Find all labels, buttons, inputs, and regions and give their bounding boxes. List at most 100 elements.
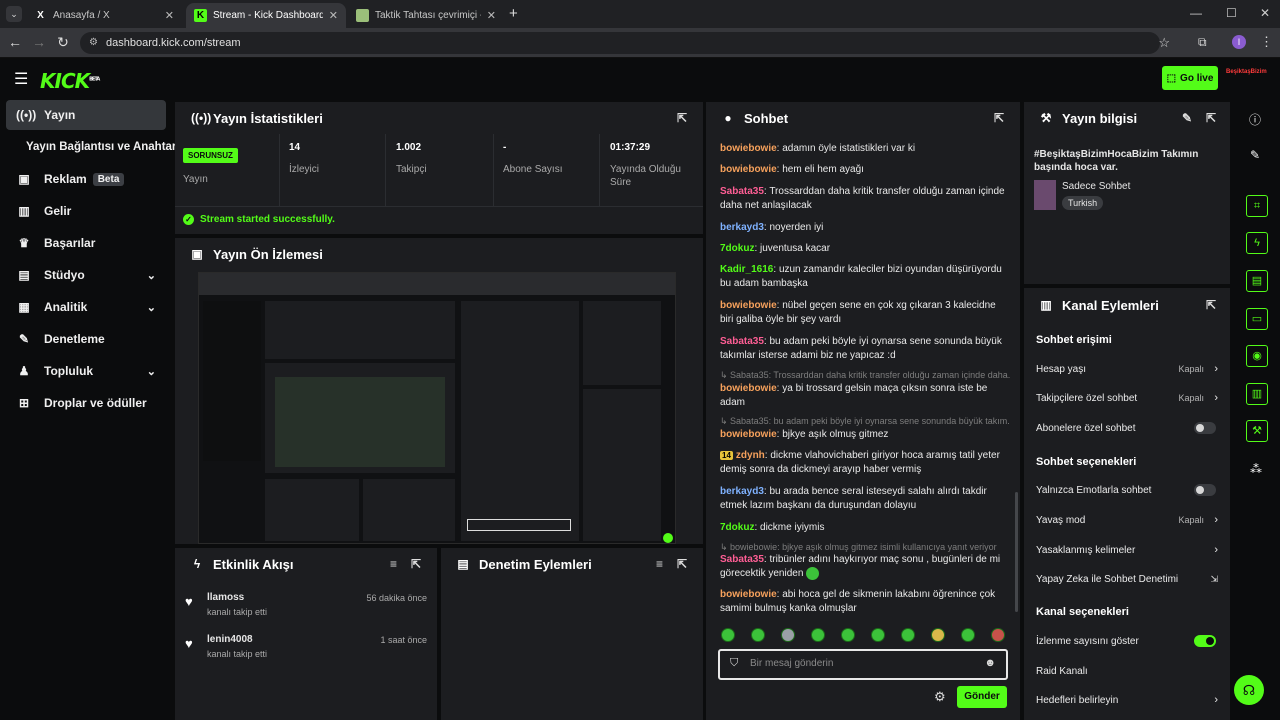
- slow-mode-row[interactable]: Yavaş mod Kapalı ›: [1036, 512, 1222, 528]
- close-icon[interactable]: ✕: [487, 9, 496, 22]
- window-close-icon[interactable]: ✕: [1260, 6, 1270, 20]
- go-live-button[interactable]: ⬚ Go live: [1162, 66, 1218, 90]
- tab-taktik[interactable]: Taktik Tahtası çevrimiçi - Futbol ✕: [348, 3, 504, 28]
- back-icon[interactable]: ←: [6, 34, 24, 50]
- hamburger-menu-icon[interactable]: ☰: [14, 69, 28, 89]
- sidebar-item-gelir[interactable]: ▥ Gelir: [6, 196, 166, 226]
- reload-icon[interactable]: ↻: [54, 34, 72, 51]
- extensions-icon[interactable]: ⧉: [1198, 35, 1207, 50]
- emoji-picker-icon[interactable]: ☻: [984, 657, 996, 669]
- emote-icon[interactable]: [781, 628, 795, 642]
- filter-icon[interactable]: ≡: [390, 557, 397, 571]
- emote-icon[interactable]: [991, 628, 1005, 642]
- close-icon[interactable]: ✕: [165, 9, 174, 22]
- emote-icon[interactable]: [871, 628, 885, 642]
- chat-username[interactable]: berkayd3: [720, 222, 764, 233]
- chat-username[interactable]: Sabata35: [720, 186, 764, 197]
- emotes-only-toggle[interactable]: [1194, 484, 1216, 496]
- kick-logo[interactable]: KICKBETA: [40, 69, 100, 93]
- filter-icon[interactable]: ≡: [656, 557, 663, 571]
- chat-username[interactable]: bowiebowie: [720, 164, 777, 175]
- chat-input[interactable]: ⛉ Bir mesaj gönderin ☻: [718, 649, 1008, 680]
- chat-bubble-icon[interactable]: ▭: [1246, 308, 1268, 330]
- subs-only-toggle[interactable]: [1194, 422, 1216, 434]
- emote-icon[interactable]: [811, 628, 825, 642]
- sidebar-item-basarilar[interactable]: ♛ Başarılar: [6, 228, 166, 258]
- followers-only-row[interactable]: Takipçilere özel sohbet Kapalı ›: [1036, 390, 1222, 406]
- chat-username[interactable]: bowiebowie: [720, 300, 777, 311]
- chat-settings-gear-icon[interactable]: ⚙: [934, 689, 946, 705]
- edit-pencil-icon[interactable]: ✎: [1182, 111, 1192, 125]
- expand-icon[interactable]: ⇱: [411, 557, 421, 571]
- goals-row[interactable]: Hedefleri belirleyin ›: [1036, 692, 1222, 708]
- info-icon[interactable]: ⓘ: [1249, 111, 1261, 128]
- chat-reply-preview[interactable]: ↳ Sabata35: Trossarddan daha kritik tran…: [720, 370, 1010, 381]
- apps-icon[interactable]: ⁂: [1250, 462, 1262, 476]
- shield-icon[interactable]: ⛉: [730, 657, 738, 670]
- sidebar-item-droplar[interactable]: ⊞ Droplar ve ödüller: [6, 388, 166, 418]
- bookmark-star-icon[interactable]: ☆: [1158, 32, 1170, 54]
- chat-username[interactable]: zdynh: [736, 450, 765, 461]
- chevron-down-icon[interactable]: ⌄: [147, 301, 156, 314]
- chat-reply-preview[interactable]: ↳ bowiebowie: bjkye aşık olmuş gitmez is…: [720, 542, 1010, 553]
- new-tab-button[interactable]: +: [509, 5, 518, 22]
- expand-icon[interactable]: ⇱: [677, 557, 687, 571]
- forward-icon[interactable]: →: [30, 34, 48, 50]
- ai-moderation-row[interactable]: Yapay Zeka ile Sohbet Denetimi ⇲: [1036, 571, 1222, 587]
- chat-reply-preview[interactable]: ↳ Sabata35: bu adam peki böyle iyi oynar…: [720, 416, 1010, 427]
- chat-scrollbar[interactable]: [1015, 492, 1018, 612]
- account-age-row[interactable]: Hesap yaşı Kapalı ›: [1036, 361, 1222, 377]
- raid-row[interactable]: Raid Kanalı: [1036, 663, 1222, 679]
- emote-icon[interactable]: [901, 628, 915, 642]
- sidebar-item-denetleme[interactable]: ✎ Denetleme: [6, 324, 166, 354]
- tab-search-icon[interactable]: ⌄: [6, 6, 22, 22]
- emote-icon[interactable]: [961, 628, 975, 642]
- sidebar-item-stream-key[interactable]: Yayın Bağlantısı ve Anahtarı: [6, 132, 180, 162]
- chevron-down-icon[interactable]: ⌄: [147, 269, 156, 282]
- close-icon[interactable]: ✕: [329, 9, 338, 22]
- sidebar-item-topluluk[interactable]: ♟ Topluluk ⌄: [6, 356, 166, 386]
- sidebar-item-analitik[interactable]: ▦ Analitik ⌄: [6, 292, 166, 322]
- maximize-icon[interactable]: ☐: [1226, 6, 1237, 20]
- chat-username[interactable]: 7dokuz: [720, 243, 754, 254]
- chat-username[interactable]: bowiebowie: [720, 429, 777, 440]
- sidebar-item-studyo[interactable]: ▤ Stüdyo ⌄: [6, 260, 166, 290]
- emote-icon[interactable]: [751, 628, 765, 642]
- expand-icon[interactable]: ⇱: [1206, 111, 1216, 125]
- show-viewers-toggle[interactable]: [1194, 635, 1216, 647]
- chevron-down-icon[interactable]: ⌄: [147, 365, 156, 378]
- stream-preview-video[interactable]: [198, 272, 676, 544]
- chat-username[interactable]: bowiebowie: [720, 383, 777, 394]
- help-support-icon[interactable]: ☊: [1234, 675, 1264, 705]
- sidebar-item-reklam[interactable]: ▣ Reklam Beta: [6, 164, 166, 194]
- site-info-icon[interactable]: ⚙: [89, 32, 98, 54]
- chat-username[interactable]: Sabata35: [720, 336, 764, 347]
- tab-kick-dashboard[interactable]: K Stream - Kick Dashboard ✕: [186, 3, 346, 28]
- chat-username[interactable]: bowiebowie: [720, 143, 777, 154]
- expand-icon[interactable]: ⇱: [1206, 298, 1216, 312]
- chat-username[interactable]: 7dokuz: [720, 522, 754, 533]
- document-icon[interactable]: ▤: [1246, 270, 1268, 292]
- expand-icon[interactable]: ⇱: [677, 111, 687, 125]
- send-button[interactable]: Gönder: [957, 686, 1007, 708]
- emote-icon[interactable]: [841, 628, 855, 642]
- banned-words-row[interactable]: Yasaklanmış kelimeler ›: [1036, 542, 1222, 558]
- url-bar[interactable]: ⚙ dashboard.kick.com/stream ☆: [80, 32, 1170, 54]
- emote-icon[interactable]: [721, 628, 735, 642]
- chat-username[interactable]: berkayd3: [720, 486, 764, 497]
- clip-icon[interactable]: ⌗: [1246, 195, 1268, 217]
- channel-icon[interactable]: ▥: [1246, 383, 1268, 405]
- profile-avatar[interactable]: I: [1232, 35, 1246, 49]
- chat-username[interactable]: bowiebowie: [720, 589, 777, 600]
- sidebar-item-yayin[interactable]: ((•)) Yayın: [6, 100, 166, 130]
- minimize-icon[interactable]: —: [1190, 6, 1202, 20]
- tab-x[interactable]: X Anasayfa / X ✕: [26, 3, 182, 28]
- expand-icon[interactable]: ⇱: [994, 111, 1004, 125]
- browser-menu-icon[interactable]: ⋮: [1260, 34, 1273, 50]
- edit-pencil-icon[interactable]: ✎: [1250, 148, 1260, 162]
- chat-username[interactable]: Kadir_1616: [720, 264, 773, 275]
- emote-icon[interactable]: [931, 628, 945, 642]
- broadcast-icon[interactable]: ◉: [1246, 345, 1268, 367]
- lightning-icon[interactable]: ϟ: [1246, 232, 1268, 254]
- chat-username[interactable]: Sabata35: [720, 554, 764, 565]
